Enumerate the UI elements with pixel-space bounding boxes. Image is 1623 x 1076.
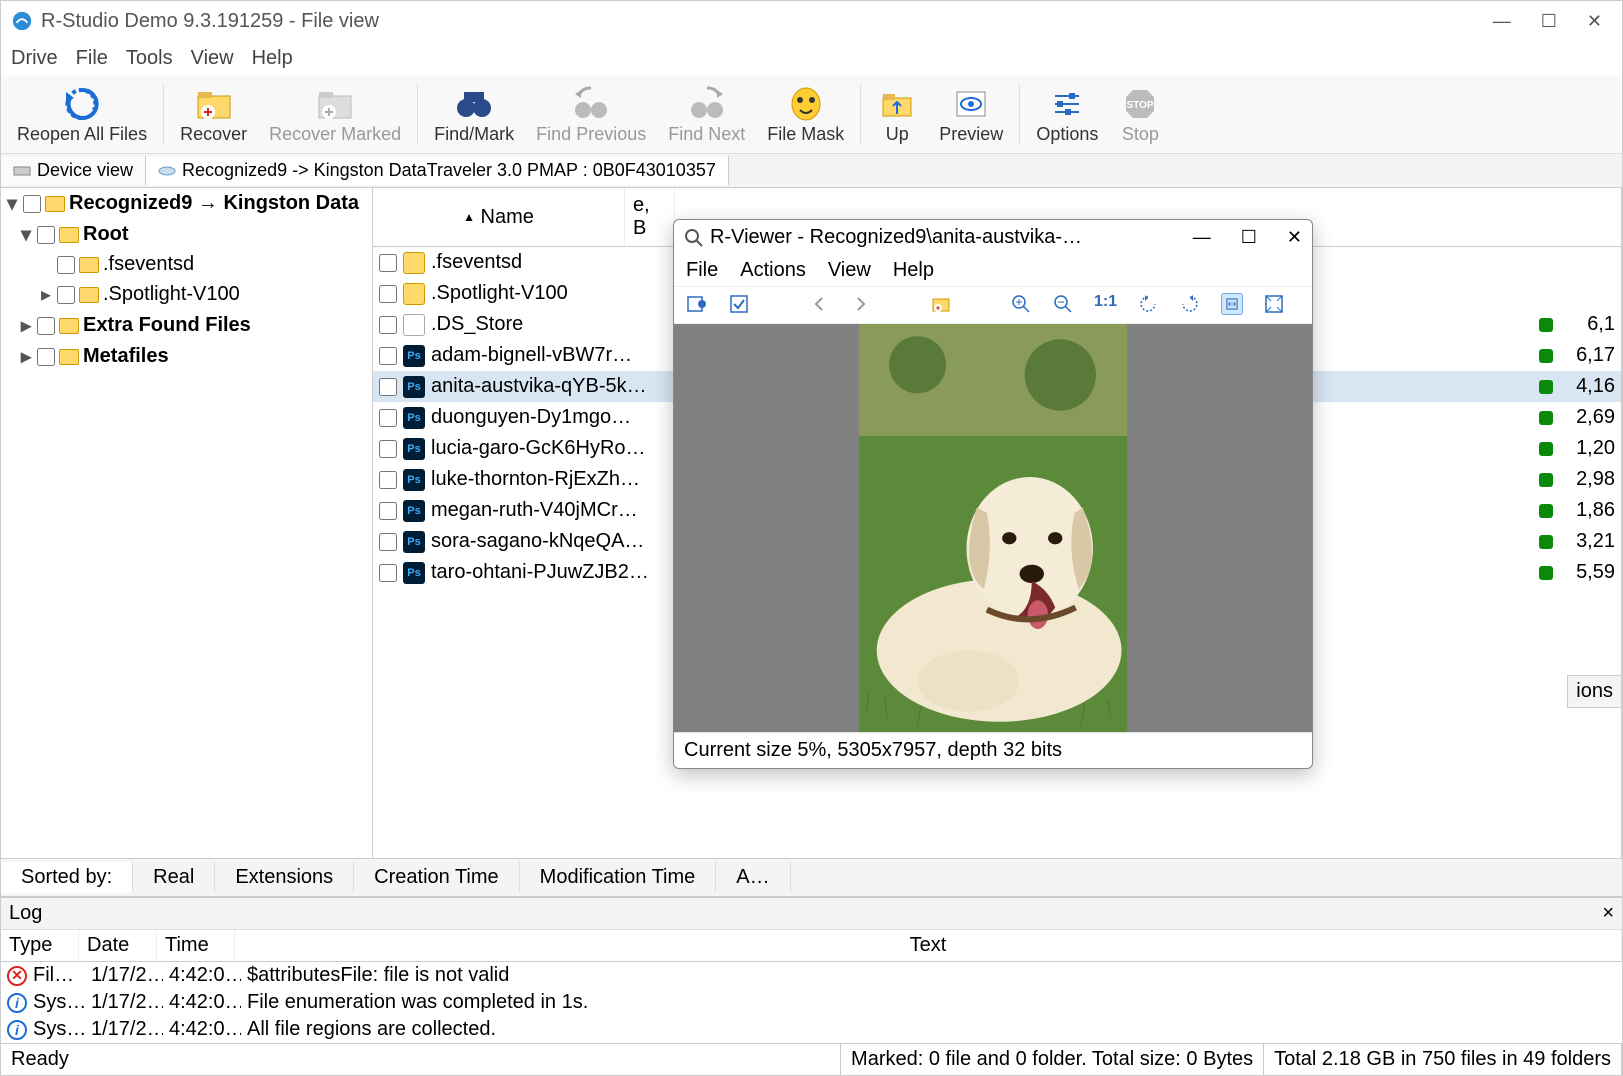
options-tab-fragment[interactable]: ions — [1567, 675, 1622, 708]
zoom-out-icon[interactable] — [1052, 293, 1074, 315]
zoom-in-icon[interactable] — [1010, 293, 1032, 315]
file-mask-button[interactable]: File Mask — [757, 80, 854, 149]
rotate-right-icon[interactable] — [1179, 293, 1201, 315]
log-row[interactable]: iSys…1/17/2…4:42:0…File enumeration was … — [1, 989, 1622, 1016]
log-columns[interactable]: Type Date Time Text — [1, 930, 1622, 962]
close-button[interactable]: ✕ — [1587, 11, 1602, 32]
partition-icon — [158, 162, 176, 180]
viewer-menu-view[interactable]: View — [828, 259, 871, 282]
find-previous-button[interactable]: Find Previous — [526, 80, 656, 149]
status-bar: Ready Marked: 0 file and 0 folder. Total… — [1, 1043, 1622, 1075]
recover-marked-button[interactable]: Recover Marked — [259, 80, 411, 149]
log-row[interactable]: iSys…1/17/2…4:42:0…All file regions are … — [1, 1016, 1622, 1043]
status-marked: Marked: 0 file and 0 folder. Total size:… — [841, 1044, 1264, 1075]
find-mark-button[interactable]: Find/Mark — [424, 80, 524, 149]
svg-text:STOP: STOP — [1127, 100, 1154, 111]
up-button[interactable]: Up — [867, 80, 927, 149]
folder-plus-icon — [194, 84, 234, 124]
recover-file-icon[interactable] — [930, 293, 952, 315]
tree-item[interactable]: ▾Recognized9 → Kingston Data — [1, 188, 372, 219]
app-icon — [11, 10, 33, 32]
viewer-title: R-Viewer - Recognized9\anita-austvika-… — [710, 226, 1193, 249]
viewer-window[interactable]: R-Viewer - Recognized9\anita-austvika-… … — [673, 219, 1313, 769]
sort-real[interactable]: Real — [133, 862, 215, 893]
goto-icon[interactable] — [686, 293, 708, 315]
viewer-minimize-button[interactable]: — — [1193, 227, 1211, 248]
tree-item[interactable]: ▸Extra Found Files — [1, 310, 372, 341]
stop-button[interactable]: STOP Stop — [1110, 80, 1170, 149]
tree-item[interactable]: ▾Root — [1, 219, 372, 250]
check-icon[interactable] — [728, 293, 750, 315]
drive-icon — [13, 162, 31, 180]
toolbar: Reopen All Files Recover Recover Marked … — [1, 76, 1622, 154]
binoculars-icon — [454, 84, 494, 124]
sort-label: Sorted by: — [1, 862, 133, 893]
folder-plus-grey-icon — [315, 84, 355, 124]
tree-item[interactable]: .fseventsd — [1, 250, 372, 279]
col-name[interactable]: Name — [481, 206, 534, 229]
find-next-button[interactable]: Find Next — [658, 80, 755, 149]
stop-icon: STOP — [1120, 84, 1160, 124]
tab-recognized[interactable]: Recognized9 -> Kingston DataTraveler 3.0… — [146, 156, 729, 185]
sort-modification-time[interactable]: Modification Time — [520, 862, 717, 893]
menu-tools[interactable]: Tools — [126, 47, 173, 70]
tree-item[interactable]: ▸.Spotlight-V100 — [1, 279, 372, 310]
folder-up-icon — [877, 84, 917, 124]
fit-width-icon[interactable] — [1221, 293, 1243, 315]
log-pane: Log × Type Date Time Text ✕Fil…1/17/2…4:… — [1, 896, 1622, 1043]
prev-icon[interactable] — [808, 293, 830, 315]
menu-file[interactable]: File — [76, 47, 108, 70]
log-close-button[interactable]: × — [1602, 902, 1614, 925]
preview-button[interactable]: Preview — [929, 80, 1013, 149]
folder-tree[interactable]: ▾Recognized9 → Kingston Data▾Root.fseven… — [1, 188, 373, 858]
viewer-menu-file[interactable]: File — [686, 259, 718, 282]
viewer-canvas[interactable] — [674, 324, 1312, 732]
sort-bar: Sorted by: Real Extensions Creation Time… — [1, 858, 1622, 896]
status-total: Total 2.18 GB in 750 files in 49 folders — [1264, 1044, 1622, 1075]
tab-device-view[interactable]: Device view — [1, 156, 146, 185]
main-titlebar: R-Studio Demo 9.3.191259 - File view — ☐… — [1, 1, 1622, 41]
viewer-maximize-button[interactable]: ☐ — [1241, 227, 1257, 248]
options-button[interactable]: Options — [1026, 80, 1108, 149]
view-tabs: Device view Recognized9 -> Kingston Data… — [1, 154, 1622, 188]
sort-creation-time[interactable]: Creation Time — [354, 862, 520, 893]
viewer-status: Current size 5%, 5305x7957, depth 32 bit… — [674, 732, 1312, 768]
viewer-menu-actions[interactable]: Actions — [740, 259, 806, 282]
viewer-menubar: File Actions View Help — [674, 255, 1312, 287]
rotate-left-icon[interactable] — [1137, 293, 1159, 315]
minimize-button[interactable]: — — [1493, 11, 1511, 32]
mask-icon — [786, 84, 826, 124]
viewer-app-icon — [684, 228, 704, 248]
refresh-icon — [62, 84, 102, 124]
viewer-toolbar: 1:1 — [674, 287, 1312, 324]
fullscreen-icon[interactable] — [1263, 293, 1285, 315]
window-title: R-Studio Demo 9.3.191259 - File view — [41, 10, 1493, 33]
viewer-close-button[interactable]: ✕ — [1287, 227, 1302, 248]
sort-extensions[interactable]: Extensions — [215, 862, 354, 893]
sliders-icon — [1047, 84, 1087, 124]
status-ready: Ready — [1, 1044, 841, 1075]
preview-image — [859, 324, 1127, 732]
log-row[interactable]: ✕Fil…1/17/2…4:42:0…$attributesFile: file… — [1, 962, 1622, 989]
menu-help[interactable]: Help — [252, 47, 293, 70]
tree-item[interactable]: ▸Metafiles — [1, 341, 372, 372]
log-title: Log — [9, 902, 42, 925]
menu-view[interactable]: View — [191, 47, 234, 70]
next-icon[interactable] — [850, 293, 872, 315]
menubar: Drive File Tools View Help — [1, 41, 1622, 76]
maximize-button[interactable]: ☐ — [1541, 11, 1557, 32]
viewer-menu-help[interactable]: Help — [893, 259, 934, 282]
sort-more[interactable]: A… — [716, 862, 790, 893]
zoom-1to1-icon[interactable]: 1:1 — [1094, 293, 1117, 315]
binoculars-prev-icon — [571, 84, 611, 124]
viewer-titlebar[interactable]: R-Viewer - Recognized9\anita-austvika-… … — [674, 220, 1312, 255]
col-extra[interactable]: e, B — [625, 188, 675, 246]
reopen-all-files-button[interactable]: Reopen All Files — [7, 80, 157, 149]
menu-drive[interactable]: Drive — [11, 47, 58, 70]
recover-button[interactable]: Recover — [170, 80, 257, 149]
binoculars-next-icon — [687, 84, 727, 124]
log-rows[interactable]: ✕Fil…1/17/2…4:42:0…$attributesFile: file… — [1, 962, 1622, 1043]
eye-icon — [951, 84, 991, 124]
